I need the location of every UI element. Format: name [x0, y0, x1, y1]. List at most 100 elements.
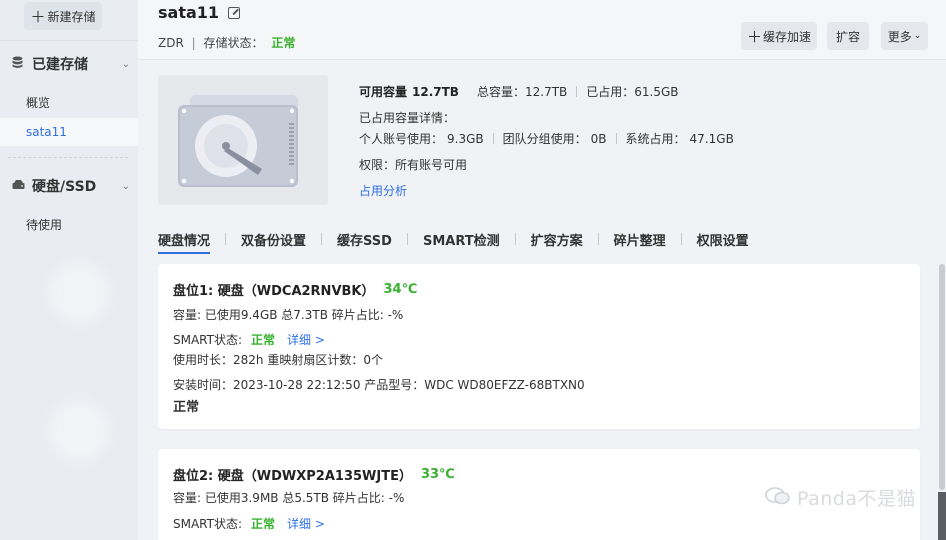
tab-cache-ssd[interactable]: 缓存SSD: [337, 226, 392, 252]
usage-detail-title: 已占用容量详情：: [359, 109, 455, 126]
watermark-text: Panda不是猫: [797, 488, 916, 510]
smart-value: 正常: [251, 333, 276, 347]
cache-accelerate-label: 缓存加速: [763, 29, 812, 44]
expand-label: 扩容: [835, 29, 860, 44]
expand-button[interactable]: 扩容: [827, 22, 869, 50]
separator: [406, 233, 408, 245]
tab-bar: 硬盘情况 双备份设置 缓存SSD SMART检测 扩容方案 碎片整理 权限设置: [158, 226, 749, 254]
disk-capacity: 容量: 已使用9.4GB 总7.3TB 碎片占比: -%: [173, 308, 404, 322]
disk-usage-hours: 使用时长：282h 重映射扇区计数：0个: [173, 353, 383, 367]
disk-temperature: 34℃: [383, 282, 418, 297]
cache-accelerate-button[interactable]: ＋ 缓存加速: [741, 22, 817, 50]
storage-status-line: ZDR | 存储状态： 正常: [158, 34, 295, 51]
used-value: 61.5GB: [634, 84, 679, 99]
disk-health-status: 正常: [173, 400, 200, 415]
disk-capacity: 容量: 已使用3.9MB 总5.5TB 碎片占比: -%: [173, 491, 405, 505]
disk-title-row: 盘位2: 硬盘（WDWXP2A135WJTE） 33℃: [173, 465, 455, 484]
tab-permissions[interactable]: 权限设置: [697, 226, 749, 252]
smart-status-row: SMART状态: 正常 详细 >: [173, 331, 325, 348]
capacity-summary: 可用容量 12.7TB 总容量： 12.7TB 已占用： 61.5GB: [359, 83, 679, 100]
available-value: 12.7TB: [412, 84, 459, 99]
disk-title: 盘位2: 硬盘（WDWXP2A135WJTE）: [173, 469, 412, 484]
hard-drive-icon: [178, 95, 298, 187]
total-value: 12.7TB: [524, 84, 568, 99]
sidebar-item-sata11[interactable]: sata11: [0, 118, 138, 146]
wechat-icon: [765, 486, 791, 510]
smart-label: SMART状态:: [173, 333, 243, 347]
separator: [492, 133, 494, 144]
sidebar-group-label: 硬盘/SSD: [32, 179, 97, 195]
database-icon: [12, 56, 26, 72]
smart-detail-link[interactable]: 详细 >: [287, 515, 325, 532]
new-storage-label: 新建存储: [47, 9, 96, 24]
separator: [576, 86, 578, 97]
chevron-down-icon: ⌄: [121, 58, 130, 70]
edit-icon[interactable]: [228, 6, 241, 19]
smart-value: 正常: [251, 517, 276, 531]
separator: [597, 233, 599, 245]
separator: [225, 233, 227, 245]
chevron-down-icon: ⌄: [913, 31, 922, 41]
new-storage-button[interactable]: ＋ 新建存储: [24, 2, 102, 30]
sidebar-group-disk[interactable]: 硬盘/SSD ⌄: [12, 176, 134, 196]
system-value: 47.1GB: [689, 131, 734, 146]
smart-label: SMART状态:: [173, 517, 243, 531]
sidebar-item-label: 待使用: [26, 217, 63, 232]
sidebar-item-label: sata11: [26, 125, 67, 139]
sidebar-item-unused[interactable]: 待使用: [0, 210, 138, 238]
separator: [680, 233, 682, 245]
storage-name: sata11: [158, 3, 220, 22]
sidebar: ＋ 新建存储 已建存储 ⌄ 概览 sata11 硬盘/SSD ⌄ 待使用: [0, 0, 138, 540]
disk-temperature: 33℃: [420, 467, 455, 482]
status-label: 存储状态：: [203, 36, 264, 50]
tab-dual-backup[interactable]: 双备份设置: [241, 226, 306, 252]
tab-disk-status[interactable]: 硬盘情况: [158, 226, 211, 254]
personal-value: 9.3GB: [447, 131, 484, 146]
tab-smart[interactable]: SMART检测: [423, 226, 500, 252]
disk-illustration: [158, 75, 328, 205]
main-panel: sata11 ZDR | 存储状态： 正常 ＋ 缓存加速 扩容 更多 ⌄ 可用容…: [138, 0, 946, 540]
tab-expansion[interactable]: 扩容方案: [531, 226, 583, 252]
sidebar-item-overview[interactable]: 概览: [0, 88, 138, 116]
sidebar-group-storage[interactable]: 已建存储 ⌄: [12, 54, 134, 74]
plus-icon: ＋: [30, 7, 46, 26]
tab-defrag[interactable]: 碎片整理: [614, 226, 666, 252]
smart-detail-link[interactable]: 详细 >: [287, 331, 325, 348]
separator: |: [191, 36, 196, 50]
team-value: 0B: [590, 131, 607, 146]
plus-icon: ＋: [746, 27, 762, 46]
more-label: 更多: [887, 29, 912, 44]
chevron-down-icon: ⌄: [121, 180, 130, 192]
scrollbar-thumb[interactable]: [939, 264, 945, 490]
storage-content: 可用容量 12.7TB 总容量： 12.7TB 已占用： 61.5GB 已占用容…: [138, 61, 946, 540]
separator: [615, 133, 617, 144]
usage-breakdown: 个人账号使用： 9.3GB 团队分组使用： 0B 系统占用： 47.1GB: [359, 130, 734, 147]
blurred-decoration: [48, 400, 110, 462]
page-title: sata11: [158, 3, 241, 22]
permission-line: 权限： 所有账号可用: [359, 156, 467, 173]
disk-install-info: 安装时间：2023-10-28 22:12:50 产品型号：WDC WD80EF…: [173, 378, 585, 392]
personal-label: 个人账号使用：: [359, 132, 444, 146]
separator: [321, 233, 323, 245]
smart-status-row: SMART状态: 正常 详细 >: [173, 515, 325, 532]
used-label: 已占用：: [586, 85, 635, 99]
disk-title-row: 盘位1: 硬盘（WDCA2RNVBK） 34℃: [173, 280, 417, 299]
total-label: 总容量：: [476, 85, 525, 99]
team-label: 团队分组使用：: [502, 132, 587, 146]
usage-analysis-link[interactable]: 占用分析: [359, 182, 407, 199]
usage-detail-label: 已占用容量详情：: [359, 111, 456, 125]
disk-title: 盘位1: 硬盘（WDCA2RNVBK）: [173, 284, 375, 299]
hdd-icon: [12, 179, 26, 193]
divider: [8, 157, 128, 158]
status-value: 正常: [271, 36, 296, 50]
more-button[interactable]: 更多 ⌄: [881, 22, 928, 50]
zdr-label: ZDR: [158, 36, 184, 50]
available-label: 可用容量: [359, 85, 408, 99]
system-label: 系统占用：: [625, 132, 686, 146]
scrollbar-track-end: [938, 492, 946, 540]
separator: [514, 233, 516, 245]
storage-header: sata11 ZDR | 存储状态： 正常 ＋ 缓存加速 扩容 更多 ⌄: [138, 0, 946, 60]
disk-card: 盘位1: 硬盘（WDCA2RNVBK） 34℃ 容量: 已使用9.4GB 总7.…: [158, 264, 920, 429]
sidebar-group-label: 已建存储: [32, 57, 88, 73]
divider: [0, 40, 138, 41]
